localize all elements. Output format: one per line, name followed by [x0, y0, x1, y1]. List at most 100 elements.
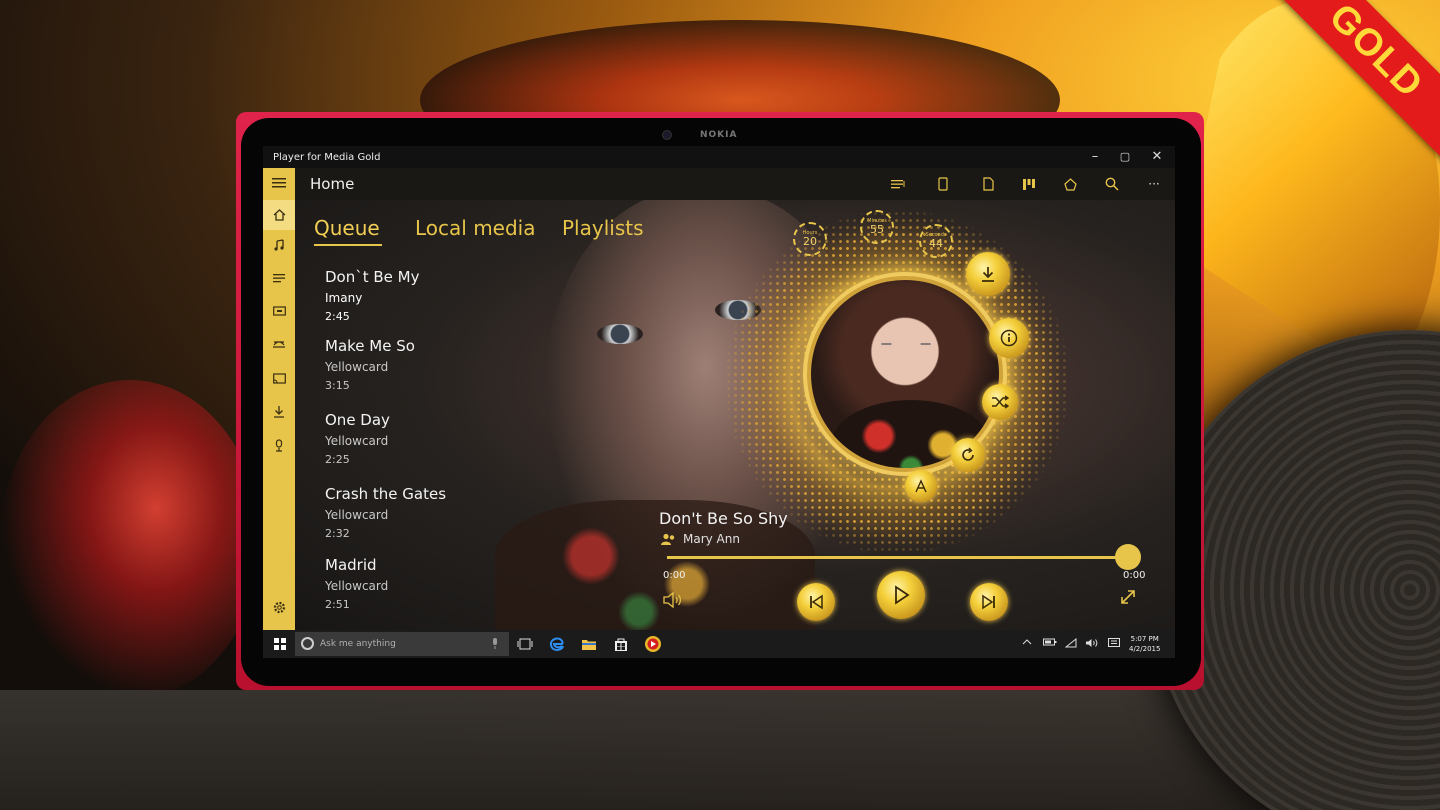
store-icon: [1063, 177, 1077, 191]
podcast-button[interactable]: [905, 470, 937, 502]
home-icon: [273, 209, 285, 221]
maximize-button[interactable]: ▢: [1115, 150, 1135, 163]
equalizer-icon: [890, 179, 904, 188]
shuffle-button[interactable]: [982, 384, 1018, 420]
device-icon: [938, 177, 948, 191]
clock-date: 4/2/2015: [1129, 645, 1161, 653]
cast-icon: [272, 372, 286, 384]
previous-button[interactable]: [797, 583, 835, 621]
action-center-icon[interactable]: [1108, 638, 1120, 649]
song-duration: 2:45: [325, 310, 350, 323]
volume-button[interactable]: [663, 591, 683, 612]
minimize-button[interactable]: –: [1085, 149, 1105, 164]
music-icon: [273, 239, 284, 251]
content-area: Queue Local media Playlists Don`t Be My …: [295, 200, 1175, 630]
download-icon: [982, 267, 994, 282]
now-playing-title: Don't Be So Shy: [659, 509, 788, 528]
sidebar-item-cast[interactable]: [263, 363, 295, 393]
task-view-icon: [517, 638, 533, 650]
more-button[interactable]: ···: [1143, 174, 1165, 194]
sidebar-item-recorder[interactable]: [263, 430, 295, 460]
sidebar-item-home[interactable]: [263, 200, 295, 230]
queue-item[interactable]: Madrid Yellowcard 2:51: [325, 556, 388, 611]
equalizer-button[interactable]: [887, 174, 909, 194]
timer-seconds-value: 44: [929, 237, 943, 250]
hamburger-menu-button[interactable]: [263, 168, 295, 198]
windows-taskbar: 5:07 PM 4/2/2015: [263, 630, 1175, 658]
song-artist: Imany: [325, 291, 363, 305]
portrait-eye: [597, 324, 643, 344]
info-icon: [1000, 329, 1018, 347]
close-button[interactable]: ✕: [1147, 149, 1167, 164]
tab-playlists[interactable]: Playlists: [562, 216, 644, 240]
device-button[interactable]: [932, 174, 954, 194]
device-brand: NOKIA: [700, 130, 738, 140]
background-lights: [0, 380, 260, 700]
sidebar-item-music[interactable]: [263, 230, 295, 260]
repeat-button[interactable]: [951, 438, 985, 472]
camera-icon: [662, 130, 672, 140]
sidebar-item-downloads[interactable]: [263, 396, 295, 426]
windows-start-icon[interactable]: [274, 638, 286, 650]
file-button[interactable]: [977, 174, 999, 194]
sidebar-item-podcasts[interactable]: [263, 328, 295, 358]
speaker-icon[interactable]: [1085, 638, 1098, 648]
play-button[interactable]: [877, 571, 925, 619]
sleep-timer-seconds[interactable]: Seconds 44: [919, 224, 953, 258]
active-tab-indicator: [314, 244, 382, 246]
settings-button[interactable]: [263, 592, 295, 622]
previous-icon: [810, 594, 823, 610]
window-title: Player for Media Gold: [273, 152, 381, 163]
song-artist: Yellowcard: [325, 579, 389, 593]
volume-icon: [663, 591, 681, 609]
store-button[interactable]: [1059, 174, 1081, 194]
queue-item[interactable]: One Day Yellowcard 2:25: [325, 411, 390, 466]
podcast-icon: [273, 340, 285, 348]
visualizer-button[interactable]: [1018, 174, 1040, 194]
search-button[interactable]: [1101, 174, 1123, 194]
tab-local-media[interactable]: Local media: [415, 216, 536, 240]
page-title: Home: [310, 175, 355, 193]
app-window: Player for Media Gold – ▢ ✕ Home ··· Que…: [263, 146, 1175, 658]
elapsed-time: 0:00: [663, 570, 686, 581]
clock-time: 5:07 PM: [1130, 635, 1159, 643]
song-artist: Yellowcard: [325, 360, 389, 374]
queue-item[interactable]: Make Me So Yellowcard 3:15: [325, 337, 415, 392]
store-taskbar-button[interactable]: [611, 635, 631, 653]
file-explorer-button[interactable]: [579, 635, 599, 653]
next-icon: [982, 594, 995, 610]
media-player-taskbar-button[interactable]: [643, 635, 663, 653]
wifi-icon[interactable]: [1065, 638, 1077, 648]
queue-item[interactable]: Don`t Be My Imany 2:45: [325, 268, 420, 323]
sidebar-item-videos[interactable]: [263, 296, 295, 326]
taskbar-search-input[interactable]: [320, 635, 480, 653]
seek-thumb[interactable]: [1115, 544, 1141, 570]
chevron-up-icon[interactable]: [1022, 638, 1032, 646]
song-title: One Day: [325, 411, 390, 429]
fullscreen-button[interactable]: [1119, 588, 1137, 610]
file-icon: [982, 177, 994, 191]
total-time: 0:00: [1123, 570, 1146, 581]
podcast-icon: [915, 479, 927, 493]
timer-minutes-value: 55: [870, 223, 884, 236]
queue-item[interactable]: Crash the Gates Yellowcard 2:32: [325, 485, 446, 540]
seek-bar[interactable]: [667, 556, 1135, 559]
sleep-timer-hours[interactable]: Hours 20: [793, 222, 827, 256]
song-duration: 2:51: [325, 598, 350, 611]
visualizer-icon: [1023, 178, 1035, 190]
next-button[interactable]: [970, 583, 1008, 621]
sidebar-item-playlists[interactable]: [263, 263, 295, 293]
taskbar-clock[interactable]: 5:07 PM 4/2/2015: [1129, 634, 1160, 654]
store-bag-icon: [615, 638, 627, 651]
sleep-timer-minutes[interactable]: Minutes 55: [860, 210, 894, 244]
now-playing-artist: Mary Ann: [683, 532, 740, 546]
tab-queue[interactable]: Queue: [314, 216, 380, 240]
song-title: Madrid: [325, 556, 377, 574]
cortana-search-box[interactable]: [295, 632, 509, 656]
info-button[interactable]: [989, 318, 1029, 358]
battery-icon[interactable]: [1043, 638, 1057, 647]
task-view-button[interactable]: [515, 635, 535, 653]
download-button[interactable]: [966, 252, 1010, 296]
microphone-icon[interactable]: [491, 637, 499, 650]
edge-taskbar-button[interactable]: [547, 635, 567, 653]
